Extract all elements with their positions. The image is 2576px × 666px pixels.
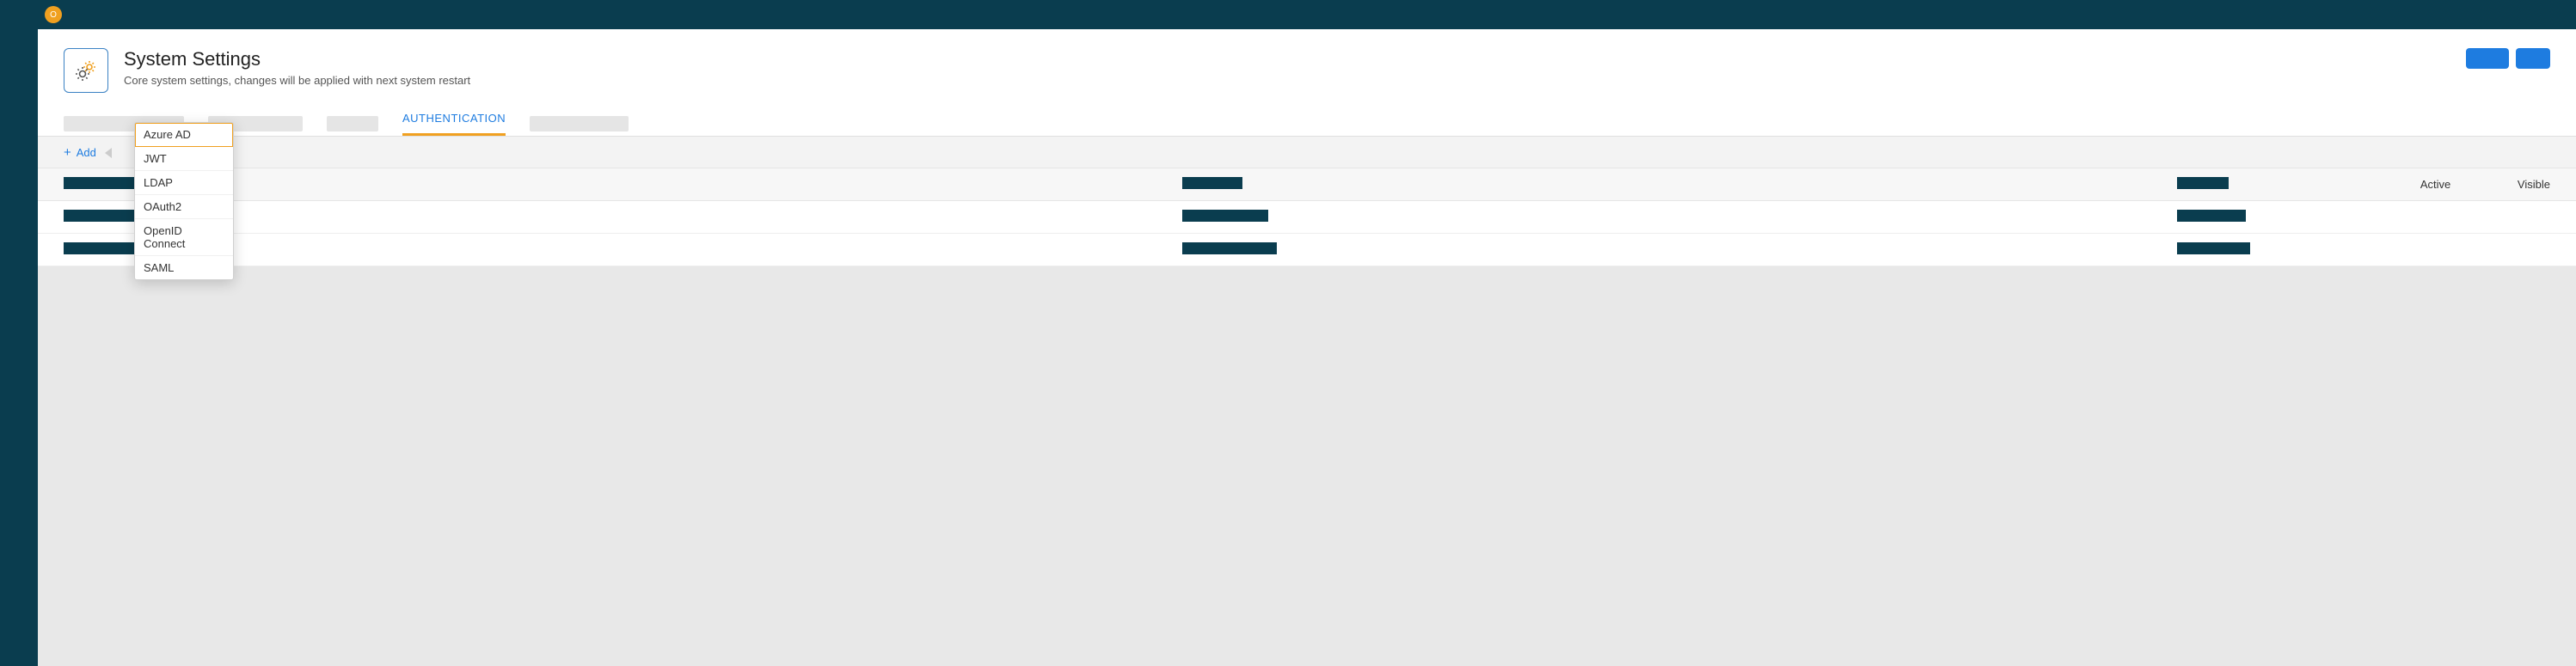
header-action-button-2[interactable] xyxy=(2516,48,2550,69)
content-card: System Settings Core system settings, ch… xyxy=(38,29,2576,666)
dropdown-item-ldap[interactable]: LDAP xyxy=(135,171,233,195)
top-bar: O xyxy=(38,0,2576,29)
tabs-row: AUTHENTICATION xyxy=(38,101,2576,137)
page-subtitle: Core system settings, changes will be ap… xyxy=(124,74,470,87)
dropdown-item-saml[interactable]: SAML xyxy=(135,256,233,279)
dropdown-item-jwt[interactable]: JWT xyxy=(135,147,233,171)
column-header-active[interactable]: Active xyxy=(2352,178,2451,191)
column-header-redacted xyxy=(1182,177,1242,189)
plus-icon: + xyxy=(64,146,71,159)
page-header: System Settings Core system settings, ch… xyxy=(38,29,2576,101)
table-row[interactable] xyxy=(38,234,2576,266)
cell-redacted xyxy=(64,210,145,222)
dropdown-item-oauth2[interactable]: OAuth2 xyxy=(135,195,233,219)
add-button[interactable]: + Add xyxy=(64,146,112,159)
column-header-visible[interactable]: Visible xyxy=(2450,178,2550,191)
cell-redacted xyxy=(2177,242,2250,254)
app-shell: O xyxy=(0,0,2576,666)
dropdown-item-azure-ad[interactable]: Azure AD xyxy=(135,123,233,147)
auth-providers-grid: Active Visible xyxy=(38,168,2576,666)
header-text: System Settings Core system settings, ch… xyxy=(124,48,470,87)
avatar[interactable]: O xyxy=(45,6,62,23)
main-area: O xyxy=(38,0,2576,666)
column-header-redacted xyxy=(2177,177,2229,189)
add-button-label: Add xyxy=(77,146,96,159)
cell-redacted xyxy=(1182,210,1268,222)
table-row[interactable] xyxy=(38,201,2576,234)
grid-header-row: Active Visible xyxy=(38,168,2576,201)
dropdown-pointer-icon xyxy=(105,148,112,158)
avatar-initial: O xyxy=(50,10,57,20)
cell-redacted xyxy=(2177,210,2246,222)
tab-placeholder[interactable] xyxy=(327,116,378,131)
header-actions xyxy=(2466,48,2550,69)
action-bar: + Add xyxy=(38,137,2576,168)
header-left: System Settings Core system settings, ch… xyxy=(64,48,470,93)
settings-icon xyxy=(64,48,108,93)
tab-placeholder[interactable] xyxy=(530,116,629,131)
add-dropdown-menu: Azure AD JWT LDAP OAuth2 OpenID Connect … xyxy=(134,122,234,280)
page-title: System Settings xyxy=(124,48,470,70)
dropdown-item-openid-connect[interactable]: OpenID Connect xyxy=(135,219,233,256)
header-action-button-1[interactable] xyxy=(2466,48,2509,69)
cell-redacted xyxy=(1182,242,1277,254)
left-nav-rail xyxy=(0,0,38,666)
tab-authentication[interactable]: AUTHENTICATION xyxy=(402,112,506,136)
